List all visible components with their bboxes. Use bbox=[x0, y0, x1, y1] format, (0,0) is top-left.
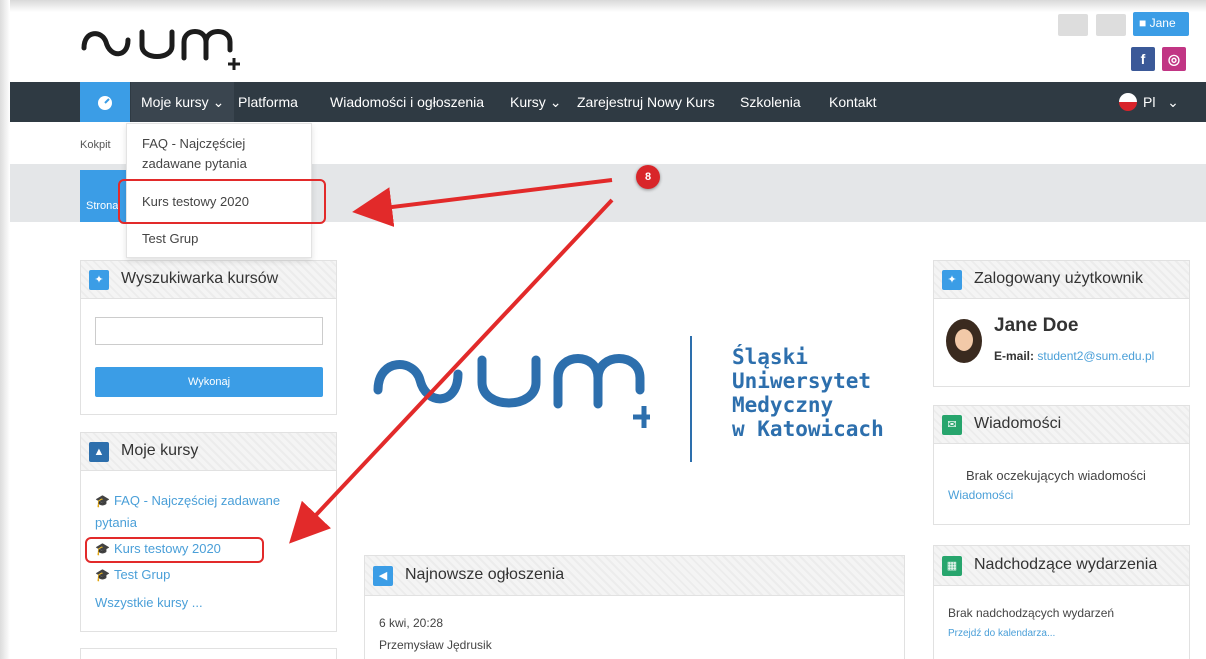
screenshot-frame: ■ Jane f ◎ Moje kursy ⌄ Platforma Wiadom… bbox=[0, 0, 1206, 659]
left-shadow bbox=[0, 0, 10, 659]
arrow-to-dropdown bbox=[352, 178, 613, 227]
annotation-arrows bbox=[289, 178, 614, 544]
arrow-to-sidebar bbox=[289, 198, 614, 544]
step-badge: 8 bbox=[636, 165, 660, 189]
